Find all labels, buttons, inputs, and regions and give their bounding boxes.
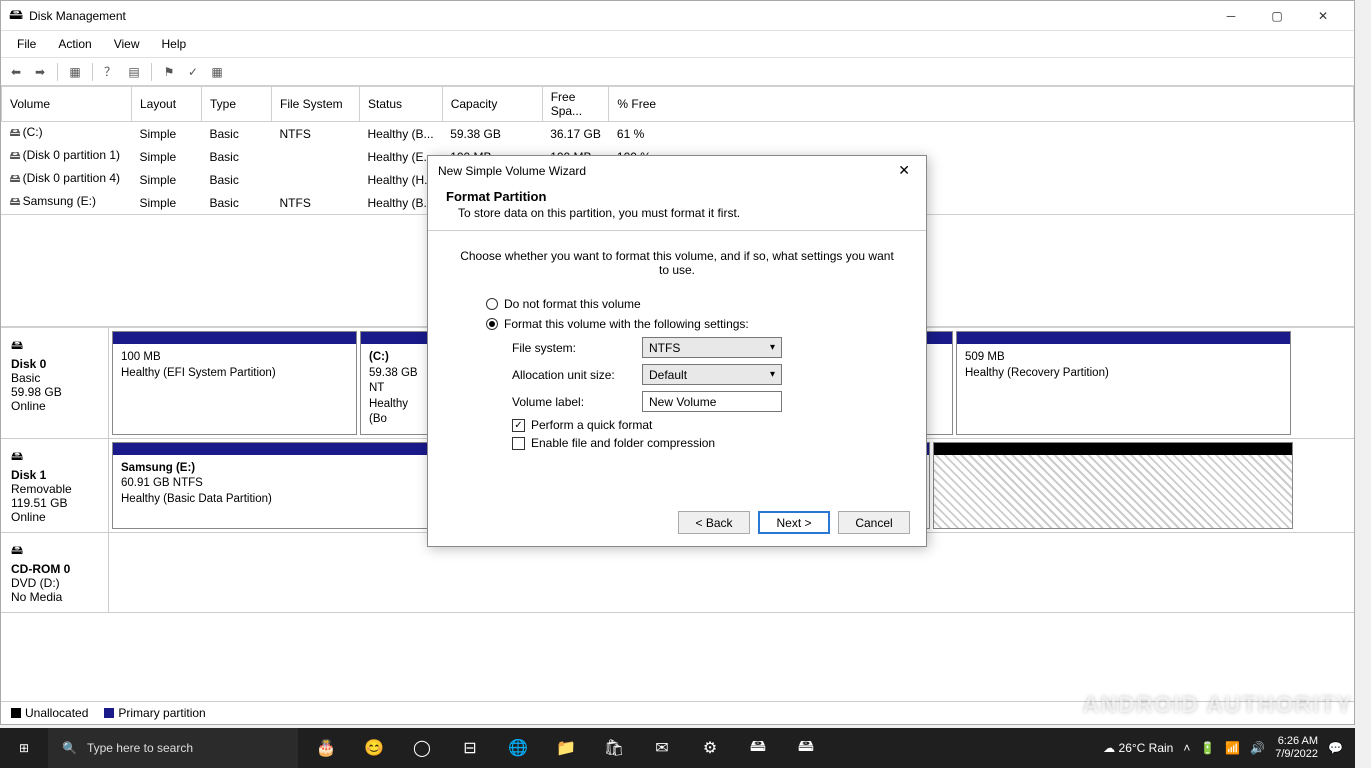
wifi-icon[interactable]: 📶 [1225, 741, 1240, 755]
radio-icon [486, 298, 498, 310]
diskmgmt-icon-2[interactable]: 🖴 [786, 728, 826, 768]
weather-widget[interactable]: ☁ 26°C Rain [1103, 741, 1173, 755]
task-view-icon[interactable]: ◯ [402, 728, 442, 768]
maximize-button[interactable]: ▢ [1254, 1, 1300, 31]
menubar: File Action View Help [1, 31, 1354, 58]
volume-label-label: Volume label: [512, 395, 642, 409]
help-icon[interactable]: ？ [99, 61, 121, 83]
clock[interactable]: 6:26 AM 7/9/2022 [1275, 735, 1318, 761]
taskbar: ⊞ 🔍 Type here to search 🎂 😊 ◯ ⊟ 🌐 📁 🛍 ✉ … [0, 728, 1355, 768]
notifications-icon[interactable]: 💬 [1328, 741, 1343, 755]
explorer-icon[interactable]: 📁 [546, 728, 586, 768]
settings-icon[interactable]: ⚙ [690, 728, 730, 768]
cancel-button[interactable]: Cancel [838, 511, 910, 534]
file-system-label: File system: [512, 341, 642, 355]
edge-icon[interactable]: 🌐 [498, 728, 538, 768]
partition[interactable]: (C:)59.38 GB NTHealthy (Bo [360, 331, 430, 435]
checkbox-icon: ✓ [512, 419, 525, 432]
partition[interactable]: Samsung (E:)60.91 GB NTFSHealthy (Basic … [112, 442, 432, 529]
column-headers[interactable]: Volume Layout Type File System Status Ca… [2, 87, 1354, 122]
file-system-select[interactable]: NTFS [642, 337, 782, 358]
check-icon[interactable]: ✓ [182, 61, 204, 83]
flag-icon[interactable]: ⚑ [158, 61, 180, 83]
partition[interactable]: 509 MBHealthy (Recovery Partition) [956, 331, 1291, 435]
grid-icon[interactable]: ▦ [206, 61, 228, 83]
task-icon[interactable]: ⊟ [450, 728, 490, 768]
back-button[interactable]: < Back [678, 511, 750, 534]
emoji-icon[interactable]: 😊 [354, 728, 394, 768]
compression-checkbox[interactable]: Enable file and folder compression [512, 436, 894, 450]
search-icon: 🔍 [62, 741, 77, 755]
titlebar: 🖴 Disk Management ─ ▢ ✕ [1, 1, 1354, 31]
window-title: Disk Management [29, 9, 1208, 23]
radio-icon [486, 318, 498, 330]
radio-format[interactable]: Format this volume with the following se… [486, 317, 894, 331]
menu-help[interactable]: Help [152, 33, 197, 55]
next-button[interactable]: Next > [758, 511, 830, 534]
chevron-up-icon[interactable]: ˄ [1183, 741, 1190, 755]
start-button[interactable]: ⊞ [0, 741, 48, 755]
detail-icon[interactable]: ▤ [123, 61, 145, 83]
mail-icon[interactable]: ✉ [642, 728, 682, 768]
volume-icon[interactable]: 🔊 [1250, 741, 1265, 755]
partition[interactable]: 100 MBHealthy (EFI System Partition) [112, 331, 357, 435]
dialog-titlebar: New Simple Volume Wizard ✕ [428, 156, 926, 185]
back-icon[interactable]: ⬅ [5, 61, 27, 83]
toolbar: ⬅ ➡ ▦ ？ ▤ ⚑ ✓ ▦ [1, 58, 1354, 86]
checkbox-icon [512, 437, 525, 450]
menu-view[interactable]: View [104, 33, 150, 55]
allocation-size-select[interactable]: Default [642, 364, 782, 385]
simple-volume-wizard: New Simple Volume Wizard ✕ Format Partit… [427, 155, 927, 547]
table-row[interactable]: 🖴(C:)SimpleBasicNTFSHealthy (B...59.38 G… [2, 122, 1354, 146]
close-button[interactable]: ✕ [1300, 1, 1346, 31]
menu-action[interactable]: Action [48, 33, 101, 55]
store-icon[interactable]: 🛍 [594, 728, 634, 768]
radio-no-format[interactable]: Do not format this volume [486, 297, 894, 311]
allocation-size-label: Allocation unit size: [512, 368, 642, 382]
volume-label-input[interactable] [642, 391, 782, 412]
diskmgmt-icon[interactable]: 🖴 [738, 728, 778, 768]
dialog-intro: Choose whether you want to format this v… [460, 249, 894, 277]
quick-format-checkbox[interactable]: ✓ Perform a quick format [512, 418, 894, 432]
search-box[interactable]: 🔍 Type here to search [48, 728, 298, 768]
list-icon[interactable]: ▦ [64, 61, 86, 83]
dialog-close-button[interactable]: ✕ [892, 162, 916, 179]
forward-icon[interactable]: ➡ [29, 61, 51, 83]
dialog-heading: Format Partition [446, 189, 908, 204]
dialog-subheading: To store data on this partition, you mus… [446, 206, 908, 220]
partition[interactable] [933, 442, 1293, 529]
watermark: ANDROID AUTHORITY [1083, 692, 1353, 718]
menu-file[interactable]: File [7, 33, 46, 55]
battery-icon[interactable]: 🔋 [1200, 741, 1215, 755]
minimize-button[interactable]: ─ [1208, 1, 1254, 31]
app-icon: 🖴 [9, 4, 23, 28]
emoji-icon[interactable]: 🎂 [306, 728, 346, 768]
